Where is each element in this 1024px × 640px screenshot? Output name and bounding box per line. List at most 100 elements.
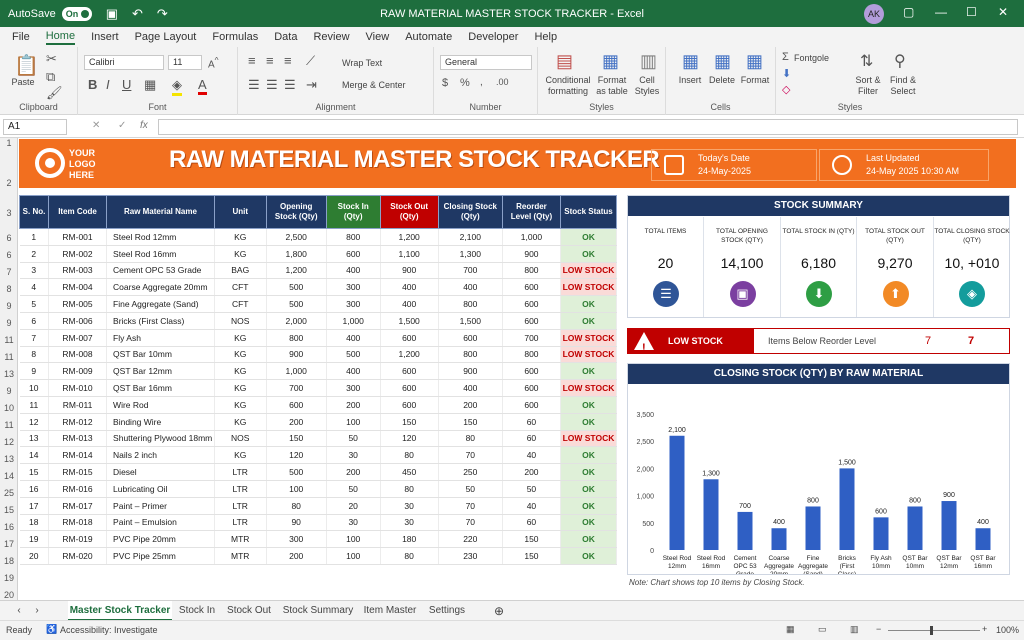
cell-stock-out[interactable]: 600 <box>380 362 439 381</box>
cell-item-code[interactable]: RM-010 <box>48 379 108 397</box>
cell-reorder-level[interactable]: 60 <box>502 413 561 431</box>
cell-unit[interactable]: CFT <box>214 278 267 297</box>
zoom-slider-thumb[interactable] <box>930 626 933 635</box>
table-row[interactable]: 7 RM-007 Fly Ash KG 800 400 600 600 700 LOW STOCK <box>19 329 618 347</box>
cell-sno[interactable]: 17 <box>19 497 50 515</box>
cell-closing-stock[interactable]: 80 <box>438 430 503 448</box>
cell-unit[interactable]: MTR <box>214 530 267 549</box>
table-row[interactable]: 3 RM-003 Cement OPC 53 Grade BAG 1,200 400 900… <box>19 262 618 280</box>
cell-stock-in[interactable]: 30 <box>326 514 381 532</box>
cell-item-code[interactable]: RM-009 <box>48 362 108 381</box>
cell-stock-status[interactable]: LOW STOCK <box>560 430 618 448</box>
clear-icon[interactable]: ◇ <box>782 83 790 96</box>
cell-unit[interactable]: LTR <box>214 497 267 515</box>
cell-sno[interactable]: 16 <box>19 480 50 498</box>
cell-item-code[interactable]: RM-008 <box>48 346 108 364</box>
cell-item-code[interactable]: RM-004 <box>48 278 108 297</box>
page-layout-view-icon[interactable]: ▭ <box>818 624 827 635</box>
cell-sno[interactable]: 10 <box>19 379 50 397</box>
cell-stock-status[interactable]: OK <box>560 446 618 465</box>
table-row[interactable]: 14 RM-014 Nails 2 inch KG 120 30 80 70 40 OK <box>19 446 618 465</box>
table-row[interactable]: 19 RM-019 PVC Pipe 20mm MTR 300 100 180 220 150 O… <box>19 530 618 549</box>
row-number[interactable]: 25 <box>0 488 18 498</box>
cell-material-name[interactable]: QST Bar 12mm <box>106 362 215 381</box>
table-row[interactable]: 11 RM-011 Wire Rod KG 600 200 600 200 600 OK <box>19 396 618 414</box>
cell-opening-stock[interactable]: 500 <box>266 278 327 297</box>
align-center-icon[interactable]: ☰ <box>266 77 278 93</box>
cell-unit[interactable]: KG <box>214 413 267 431</box>
cell-item-code[interactable]: RM-016 <box>48 480 108 498</box>
cell-closing-stock[interactable]: 150 <box>438 413 503 431</box>
cell-stock-in[interactable]: 300 <box>326 295 381 313</box>
align-left-icon[interactable]: ☰ <box>248 77 260 93</box>
cell-closing-stock[interactable]: 50 <box>438 480 503 498</box>
cell-item-code[interactable]: RM-003 <box>48 262 108 280</box>
cell-closing-stock[interactable]: 70 <box>438 497 503 515</box>
cell-reorder-level[interactable]: 900 <box>502 245 561 263</box>
cell-stock-in[interactable]: 100 <box>326 530 381 549</box>
cell-material-name[interactable]: Coarse Aggregate 20mm <box>106 278 215 297</box>
row-number[interactable]: 13 <box>0 454 18 464</box>
cell-sno[interactable]: 3 <box>19 262 50 280</box>
row-number[interactable]: 15 <box>0 505 18 515</box>
cell-stock-out[interactable]: 30 <box>380 497 439 515</box>
tab-help[interactable]: Help <box>534 31 557 43</box>
cell-reorder-level[interactable]: 150 <box>502 547 561 565</box>
cell-unit[interactable]: KG <box>214 446 267 465</box>
cell-sno[interactable]: 15 <box>19 463 50 481</box>
row-number[interactable]: 11 <box>0 352 18 362</box>
accessibility-status[interactable]: Accessibility: Investigate <box>60 625 158 635</box>
cell-stock-status[interactable]: OK <box>560 497 618 515</box>
cell-sno[interactable]: 12 <box>19 413 50 431</box>
sort-filter-icon[interactable]: ⇅ <box>860 51 873 71</box>
cell-item-code[interactable]: RM-017 <box>48 497 108 515</box>
decimal-icon[interactable]: .00 <box>496 77 509 87</box>
cell-reorder-level[interactable]: 600 <box>502 379 561 397</box>
table-row[interactable]: 20 RM-020 PVC Pipe 25mm MTR 200 100 80 230 150 OK <box>19 547 618 565</box>
cell-unit[interactable]: KG <box>214 228 267 246</box>
cell-closing-stock[interactable]: 1,300 <box>438 245 503 263</box>
cell-unit[interactable]: CFT <box>214 295 267 313</box>
zoom-level[interactable]: 100% <box>996 625 1019 635</box>
cell-closing-stock[interactable]: 800 <box>438 295 503 313</box>
cell-sno[interactable]: 7 <box>19 329 50 347</box>
tab-file[interactable]: File <box>12 31 30 43</box>
cell-material-name[interactable]: Wire Rod <box>106 396 215 414</box>
cell-material-name[interactable]: Lubricating Oil <box>106 480 215 498</box>
cell-stock-in[interactable]: 500 <box>326 346 381 364</box>
tab-formulas[interactable]: Formulas <box>212 31 258 43</box>
cell-stock-out[interactable]: 180 <box>380 530 439 549</box>
zoom-slider[interactable] <box>888 630 980 631</box>
cell-reorder-level[interactable]: 40 <box>502 446 561 465</box>
cell-opening-stock[interactable]: 500 <box>266 295 327 313</box>
borders-icon[interactable]: ▦ <box>144 77 156 93</box>
align-middle-icon[interactable]: ≡ <box>266 53 274 68</box>
italic-icon[interactable]: I <box>106 77 110 92</box>
cell-stock-in[interactable]: 1,000 <box>326 312 381 330</box>
cell-stock-status[interactable]: OK <box>560 480 618 498</box>
cell-opening-stock[interactable]: 2,000 <box>266 312 327 330</box>
tab-automate[interactable]: Automate <box>405 31 452 43</box>
cell-reorder-level[interactable]: 60 <box>502 514 561 532</box>
delete-cells-button[interactable]: Delete <box>706 75 738 86</box>
cell-opening-stock[interactable]: 1,200 <box>266 262 327 280</box>
cell-item-code[interactable]: RM-014 <box>48 446 108 465</box>
cell-material-name[interactable]: PVC Pipe 25mm <box>106 547 215 565</box>
cell-stock-status[interactable]: OK <box>560 514 618 532</box>
table-row[interactable]: 5 RM-005 Fine Aggregate (Sand) CFT 500 300 400… <box>19 295 618 313</box>
table-row[interactable]: 2 RM-002 Steel Rod 16mm KG 1,800 600 1,100 1,30… <box>19 245 618 263</box>
row-number[interactable]: 17 <box>0 539 18 549</box>
cell-stock-status[interactable]: OK <box>560 228 618 246</box>
cell-sno[interactable]: 14 <box>19 446 50 465</box>
tab-review[interactable]: Review <box>313 31 349 43</box>
page-break-view-icon[interactable]: ▥ <box>850 624 859 635</box>
cell-stock-out[interactable]: 1,500 <box>380 312 439 330</box>
row-number[interactable]: 3 <box>0 208 18 218</box>
cell-item-code[interactable]: RM-011 <box>48 396 108 414</box>
row-number[interactable]: 12 <box>0 437 18 447</box>
cell-item-code[interactable]: RM-006 <box>48 312 108 330</box>
cell-stock-in[interactable]: 30 <box>326 446 381 465</box>
save-icon[interactable]: ▣ <box>106 6 118 22</box>
normal-view-icon[interactable]: ▦ <box>786 624 795 635</box>
tab-view[interactable]: View <box>366 31 390 43</box>
